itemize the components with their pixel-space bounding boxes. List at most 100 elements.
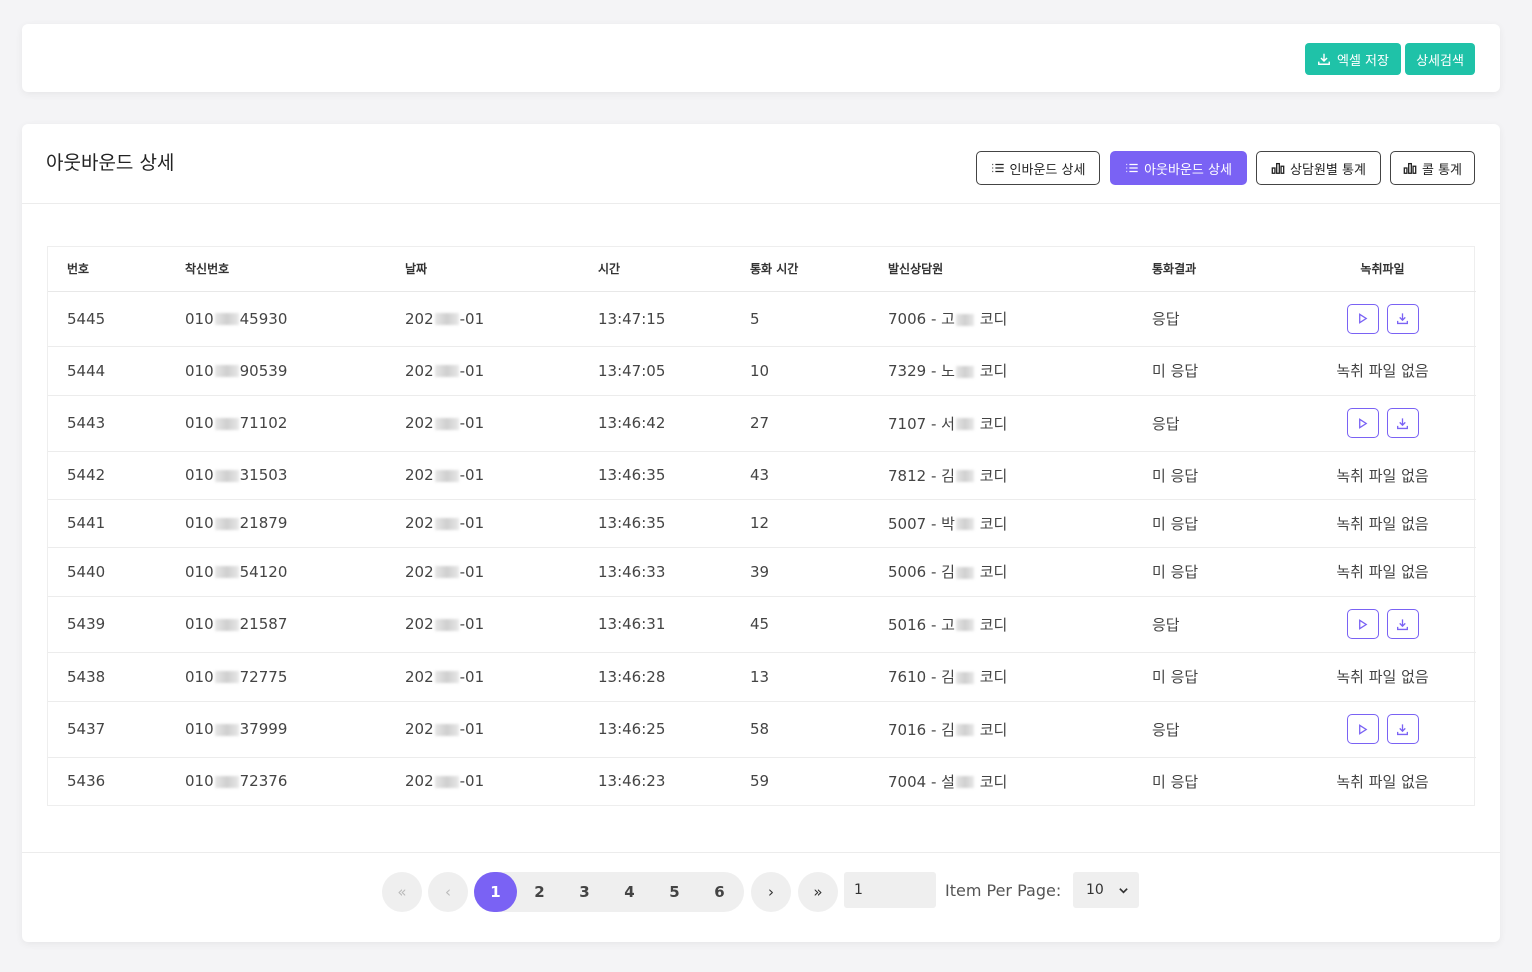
phone-suffix: 37999	[239, 720, 288, 738]
redacted-blur	[214, 517, 239, 530]
cell-phone: 010 31503	[166, 451, 386, 500]
redacted-blur	[214, 723, 239, 736]
detail-search-button[interactable]: 상세검색	[1405, 43, 1475, 75]
agent-prefix: 5006 - 김	[888, 563, 955, 581]
play-icon	[1359, 723, 1368, 735]
phone-suffix: 31503	[239, 466, 288, 484]
tab-outbound-detail[interactable]: 아웃바운드 상세	[1110, 151, 1247, 185]
redacted-blur	[955, 418, 974, 430]
redacted-blur	[955, 776, 974, 789]
redacted-blur	[434, 313, 459, 325]
redacted-blur	[214, 775, 239, 788]
phone-suffix: 21879	[239, 514, 288, 532]
agent-prefix: 7107 - 서	[888, 414, 955, 433]
date-prefix: 202	[405, 615, 434, 633]
cell-agent: 7812 - 김 코디	[869, 451, 1133, 500]
cell-result: 응답	[1133, 291, 1289, 347]
cell-result: 미 응답	[1133, 451, 1289, 500]
tab-agent-label: 상담원별 통계	[1290, 162, 1366, 178]
phone-prefix: 010	[185, 720, 214, 738]
recording-cell: 녹취 파일 없음	[1289, 451, 1476, 500]
cell-time: 13:47:15	[579, 291, 731, 347]
cell-no: 5445	[48, 291, 166, 347]
redacted-blur	[214, 671, 239, 683]
page-5-button[interactable]: 5	[652, 872, 697, 912]
date-suffix: -01	[459, 772, 485, 791]
cell-result: 응답	[1133, 701, 1289, 758]
phone-prefix: 010	[185, 562, 214, 581]
agent-prefix: 5007 - 박	[888, 514, 955, 533]
col-header-agent: 발신상담원	[869, 247, 1133, 292]
download-recording-button[interactable]	[1386, 714, 1419, 744]
cell-agent: 7006 - 고 코디	[869, 291, 1133, 347]
redacted-blur	[214, 365, 239, 377]
table-row: 5437 010 37999 202 -01 13:46:25 58 7016 - 김 코디 응…	[48, 701, 1476, 758]
download-recording-button[interactable]	[1386, 408, 1419, 438]
play-button[interactable]	[1346, 609, 1379, 639]
col-header-no: 번호	[48, 247, 166, 292]
phone-suffix: 54120	[239, 562, 288, 581]
date-suffix: -01	[459, 720, 485, 738]
agent-suffix: 코디	[979, 414, 1008, 433]
redacted-blur	[434, 671, 459, 683]
tab-inbound-detail[interactable]: 인바운드 상세	[976, 151, 1100, 185]
phone-suffix: 45930	[239, 309, 288, 328]
excel-save-button[interactable]: 엑셀 저장	[1305, 43, 1401, 75]
cell-agent: 5016 - 고 코디	[869, 596, 1133, 653]
chevron-right-icon: ›	[768, 883, 774, 901]
download-icon	[1397, 618, 1408, 630]
detail-search-label: 상세검색	[1416, 53, 1464, 69]
cell-time: 13:46:25	[579, 701, 731, 758]
page-1-button[interactable]: 1	[474, 872, 517, 912]
page-3-button[interactable]: 3	[562, 872, 607, 912]
date-suffix: -01	[459, 615, 485, 633]
redacted-blur	[955, 365, 974, 378]
recording-cell: 녹취 파일 없음	[1289, 499, 1476, 548]
agent-suffix: 코디	[979, 310, 1008, 328]
agent-prefix: 7812 - 김	[888, 466, 955, 485]
col-header-time: 시간	[579, 247, 731, 292]
play-button[interactable]	[1346, 303, 1379, 334]
cell-no: 5443	[48, 395, 166, 452]
cell-no: 5437	[48, 701, 166, 758]
recording-cell: 녹취 파일 없음	[1289, 346, 1476, 396]
recording-cell	[1289, 395, 1476, 452]
next-page-button[interactable]: ›	[751, 872, 791, 912]
cell-phone: 010 71102	[166, 395, 386, 452]
date-prefix: 202	[405, 309, 434, 328]
date-suffix: -01	[459, 466, 485, 484]
cell-result: 응답	[1133, 395, 1289, 452]
phone-prefix: 010	[185, 772, 214, 791]
redacted-blur	[434, 775, 459, 788]
play-button[interactable]	[1346, 408, 1379, 438]
tab-call-stats[interactable]: 콜 통계	[1390, 151, 1475, 185]
page-2-button[interactable]: 2	[517, 872, 562, 912]
cell-phone: 010 37999	[166, 701, 386, 758]
first-page-button[interactable]: «	[382, 872, 422, 912]
tab-agent-stats[interactable]: 상담원별 통계	[1256, 151, 1381, 185]
item-per-page-select[interactable]: 10	[1073, 872, 1139, 908]
cell-no: 5442	[48, 451, 166, 500]
cell-date: 202 -01	[386, 451, 579, 500]
page-4-button[interactable]: 4	[607, 872, 652, 912]
download-recording-button[interactable]	[1386, 609, 1419, 639]
page-jump-input[interactable]	[844, 872, 936, 908]
col-header-duration: 통화 시간	[731, 247, 869, 292]
phone-prefix: 010	[185, 667, 214, 686]
table-row: 5441 010 21879 202 -01 13:46:35 12 5007 - 박 코디 미…	[48, 499, 1476, 548]
agent-suffix: 코디	[979, 720, 1008, 739]
col-header-result: 통화결과	[1133, 247, 1289, 292]
recording-cell: 녹취 파일 없음	[1336, 772, 1429, 791]
download-recording-button[interactable]	[1386, 303, 1419, 334]
prev-page-button[interactable]: ‹	[428, 872, 468, 912]
header-divider	[22, 203, 1500, 204]
page-6-button[interactable]: 6	[697, 872, 742, 912]
play-button[interactable]	[1346, 714, 1379, 744]
redacted-blur	[955, 518, 974, 530]
page-title: 아웃바운드 상세	[46, 152, 175, 174]
cell-time: 13:46:42	[579, 395, 731, 452]
table-row: 5445 010 45930 202 -01 13:47:15 5 7006 - 고 코디 응답	[48, 291, 1476, 347]
last-page-button[interactable]: »	[798, 872, 838, 912]
phone-suffix: 21587	[239, 615, 288, 633]
list-icon	[1126, 163, 1138, 173]
